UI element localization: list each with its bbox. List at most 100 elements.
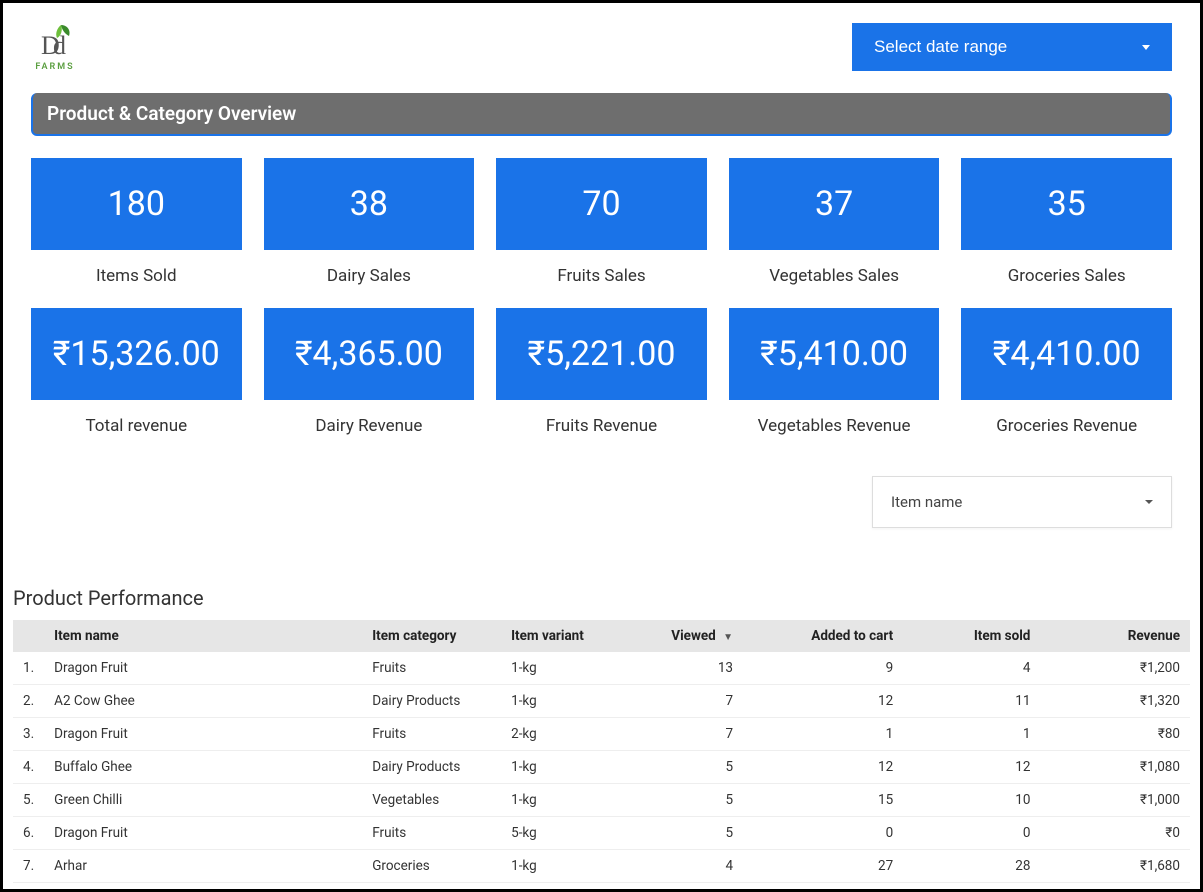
cell-revenue: ₹0	[1040, 817, 1190, 850]
cell-item-category: Groceries	[362, 850, 501, 883]
metric-card: 38 Dairy Sales	[264, 158, 475, 286]
cell-sold: 12	[903, 751, 1040, 784]
cell-item-name: Buffalo Ghee	[44, 751, 362, 784]
table-row[interactable]: 7.ArharGroceries1-kg42728₹1,680	[13, 850, 1190, 883]
chevron-down-icon	[1145, 500, 1153, 504]
table-row[interactable]: 6.Dragon FruitFruits5-kg500₹0	[13, 817, 1190, 850]
table-title: Product Performance	[13, 586, 1190, 610]
cell-index: 5.	[13, 784, 44, 817]
cell-viewed: 5	[616, 784, 743, 817]
metric-card: 180 Items Sold	[31, 158, 242, 286]
metric-value: ₹15,326.00	[31, 308, 242, 400]
metric-label: Dairy Revenue	[315, 416, 422, 436]
col-revenue[interactable]: Revenue	[1040, 620, 1190, 652]
metric-label: Fruits Revenue	[546, 416, 657, 436]
metric-value: 180	[31, 158, 242, 250]
cell-index: 4.	[13, 751, 44, 784]
cell-added: 9	[743, 652, 903, 685]
cell-added: 27	[743, 850, 903, 883]
metric-card: 37Vegetables Sales	[729, 158, 940, 286]
logo-icon: D d	[31, 22, 79, 62]
col-item-category[interactable]: Item category	[362, 620, 501, 652]
cell-index: 1.	[13, 652, 44, 685]
cell-item-name: Dragon Fruit	[44, 817, 362, 850]
metric-card: ₹4,365.00Dairy Revenue	[264, 308, 475, 436]
cell-item-category: Vegetables	[362, 784, 501, 817]
cell-item-name: A2 Cow Ghee	[44, 685, 362, 718]
cell-item-variant: 1-kg	[501, 784, 616, 817]
metric-card: ₹15,326.00 Total revenue	[31, 308, 242, 436]
table-row[interactable]: 4.Buffalo GheeDairy Products1-kg51212₹1,…	[13, 751, 1190, 784]
cell-viewed: 7	[616, 685, 743, 718]
cell-item-category: Dairy Products	[362, 685, 501, 718]
metric-label: Vegetables Revenue	[758, 416, 911, 436]
metric-label: Items Sold	[96, 266, 177, 286]
metric-label: Total revenue	[85, 416, 187, 436]
metric-value: 38	[264, 158, 475, 250]
cell-viewed: 13	[616, 652, 743, 685]
metric-card: 70 Fruits Sales	[496, 158, 707, 286]
cell-item-name: Dragon Fruit	[44, 652, 362, 685]
metric-value: ₹5,221.00	[496, 308, 707, 400]
cell-revenue: ₹1,000	[1040, 784, 1190, 817]
cell-item-category: Fruits	[362, 652, 501, 685]
chevron-down-icon	[1142, 45, 1150, 50]
cell-item-name: Green Chilli	[44, 784, 362, 817]
metric-value: ₹4,410.00	[961, 308, 1172, 400]
cell-revenue: ₹1,680	[1040, 850, 1190, 883]
metric-value: 37	[729, 158, 940, 250]
cell-item-category: Fruits	[362, 718, 501, 751]
cell-viewed: 7	[616, 718, 743, 751]
cell-revenue: ₹1,200	[1040, 652, 1190, 685]
col-item-name[interactable]: Item name	[44, 620, 362, 652]
table-row[interactable]: 5.Green ChilliVegetables1-kg51510₹1,000	[13, 784, 1190, 817]
item-name-filter[interactable]: Item name	[872, 476, 1172, 528]
table-row[interactable]: 3.Dragon FruitFruits2-kg711₹80	[13, 718, 1190, 751]
cell-item-name: Arhar	[44, 850, 362, 883]
table-row[interactable]: 1.Dragon FruitFruits1-kg1394₹1,200	[13, 652, 1190, 685]
logo: D d FARMS	[31, 22, 79, 72]
metric-card: 35Groceries Sales	[961, 158, 1172, 286]
cell-item-variant: 1-kg	[501, 850, 616, 883]
product-performance-table: Item name Item category Item variant Vie…	[13, 620, 1190, 883]
sort-indicator-icon: ▼	[723, 632, 733, 643]
cell-item-variant: 1-kg	[501, 652, 616, 685]
metric-card: ₹5,221.00 Fruits Revenue	[496, 308, 707, 436]
cell-revenue: ₹1,080	[1040, 751, 1190, 784]
cell-item-variant: 2-kg	[501, 718, 616, 751]
metric-label: Groceries Revenue	[996, 416, 1137, 436]
cell-item-category: Dairy Products	[362, 751, 501, 784]
section-header: Product & Category Overview	[31, 93, 1172, 136]
date-range-label: Select date range	[874, 37, 1007, 57]
logo-text: FARMS	[35, 62, 74, 72]
cell-sold: 4	[903, 652, 1040, 685]
filter-label: Item name	[891, 493, 962, 511]
metric-value: ₹5,410.00	[729, 308, 940, 400]
cell-added: 12	[743, 751, 903, 784]
cell-sold: 1	[903, 718, 1040, 751]
metric-card: ₹4,410.00 Groceries Revenue	[961, 308, 1172, 436]
cell-item-category: Fruits	[362, 817, 501, 850]
date-range-selector[interactable]: Select date range	[852, 23, 1172, 71]
metric-value: 70	[496, 158, 707, 250]
metric-card: ₹5,410.00 Vegetables Revenue	[729, 308, 940, 436]
cell-sold: 28	[903, 850, 1040, 883]
col-item-sold[interactable]: Item sold	[903, 620, 1040, 652]
cell-item-name: Dragon Fruit	[44, 718, 362, 751]
cell-item-variant: 1-kg	[501, 685, 616, 718]
cell-sold: 0	[903, 817, 1040, 850]
cell-item-variant: 5-kg	[501, 817, 616, 850]
col-viewed[interactable]: Viewed ▼	[616, 620, 743, 652]
cell-added: 15	[743, 784, 903, 817]
cell-added: 1	[743, 718, 903, 751]
metric-label: Fruits Sales	[557, 266, 645, 286]
cell-revenue: ₹80	[1040, 718, 1190, 751]
table-row[interactable]: 2.A2 Cow GheeDairy Products1-kg71211₹1,3…	[13, 685, 1190, 718]
metric-label: Dairy Sales	[327, 266, 411, 286]
col-item-variant[interactable]: Item variant	[501, 620, 616, 652]
col-added-to-cart[interactable]: Added to cart	[743, 620, 903, 652]
cell-revenue: ₹1,320	[1040, 685, 1190, 718]
cell-viewed: 5	[616, 751, 743, 784]
cell-item-variant: 1-kg	[501, 751, 616, 784]
cell-added: 12	[743, 685, 903, 718]
